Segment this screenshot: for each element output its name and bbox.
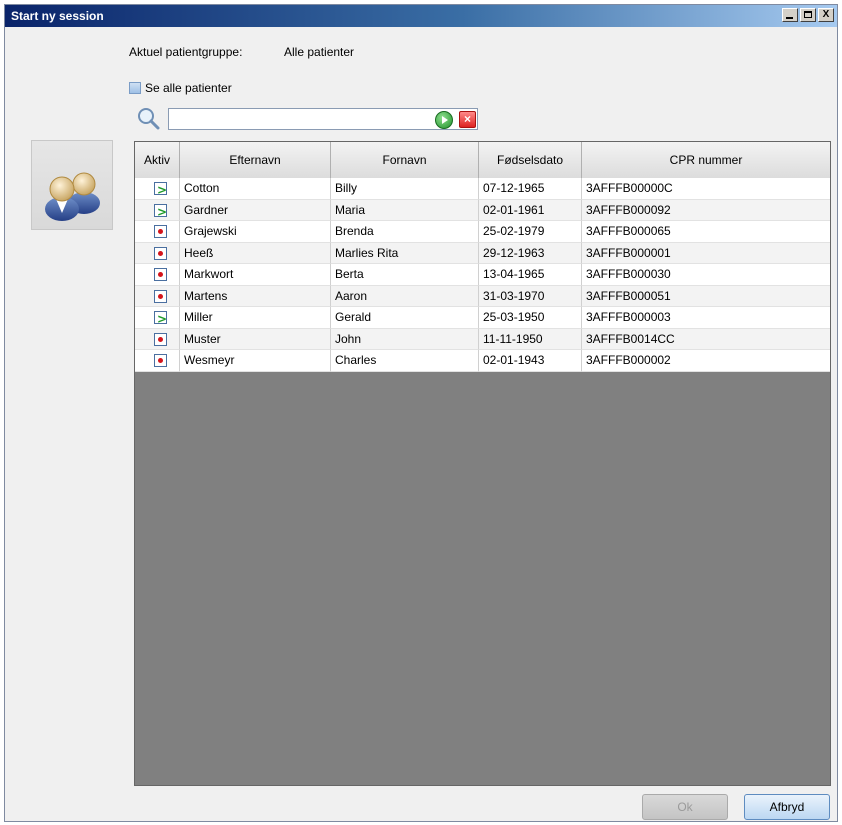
fornavn-cell: Marlies Rita: [331, 242, 479, 264]
fodselsdato-cell: 25-02-1979: [479, 221, 582, 243]
patients-avatar: [31, 140, 113, 230]
clear-search-icon[interactable]: ×: [459, 111, 476, 128]
efternavn-cell: Heeß: [180, 242, 331, 264]
status-cell: [135, 307, 180, 329]
column-header-efternavn[interactable]: Efternavn: [180, 142, 331, 178]
cpr-cell: 3AFFFB000051: [582, 286, 830, 307]
fodselsdato-cell: 25-03-1950: [479, 307, 582, 329]
window-controls: X: [782, 8, 834, 22]
active-status-icon: [154, 309, 167, 328]
fornavn-cell: Gerald: [331, 307, 479, 329]
inactive-status-icon: [154, 354, 167, 367]
status-cell: [135, 285, 180, 307]
cpr-cell: 3AFFFB000002: [582, 350, 830, 372]
search-go-icon[interactable]: [435, 111, 453, 129]
start-session-dialog: Start ny session X Aktuel patientgruppe:…: [4, 4, 838, 822]
status-cell: [135, 199, 180, 221]
show-all-label[interactable]: Se alle patienter: [145, 81, 232, 95]
cpr-cell: 3AFFFB000030: [582, 264, 830, 286]
fornavn-cell: John: [331, 328, 479, 350]
inactive-status-icon: [154, 268, 167, 281]
fodselsdato-cell: 02-01-1961: [479, 199, 582, 221]
efternavn-cell: Wesmeyr: [180, 350, 331, 372]
table-row[interactable]: Gardner Maria 02-01-1961 3AFFFB000092: [135, 199, 830, 221]
cpr-cell: 3AFFFB000065: [582, 221, 830, 243]
users-icon: [45, 172, 100, 221]
fodselsdato-cell: 13-04-1965: [479, 264, 582, 286]
column-header-fodselsdato[interactable]: Fødselsdato: [479, 142, 582, 178]
efternavn-cell: Muster: [180, 328, 331, 350]
patient-table: Aktiv Efternavn Fornavn Fødselsdato CPR …: [134, 141, 831, 786]
search-input[interactable]: [168, 108, 478, 130]
table-row[interactable]: Martens Aaron 31-03-1970 3AFFFB000051: [135, 285, 830, 307]
table-row[interactable]: Heeß Marlies Rita 29-12-1963 3AFFFB00000…: [135, 242, 830, 264]
column-header-cpr[interactable]: CPR nummer: [582, 142, 830, 178]
active-status-icon: [154, 202, 167, 220]
fodselsdato-cell: 11-11-1950: [479, 328, 582, 350]
table-row[interactable]: Muster John 11-11-1950 3AFFFB0014CC: [135, 328, 830, 350]
efternavn-cell: Martens: [180, 285, 331, 307]
status-cell: [135, 264, 180, 286]
fornavn-cell: Charles: [331, 350, 479, 372]
status-cell: [135, 242, 180, 264]
fornavn-cell: Aaron: [331, 285, 479, 307]
cpr-cell: 3AFFFB00000C: [582, 178, 830, 200]
cancel-button[interactable]: Afbryd: [744, 794, 830, 820]
inactive-status-icon: [154, 332, 167, 346]
status-cell: [135, 221, 180, 243]
close-button[interactable]: X: [818, 8, 834, 22]
window-title: Start ny session: [11, 9, 104, 23]
table-row[interactable]: Wesmeyr Charles 02-01-1943 3AFFFB000002: [135, 350, 830, 372]
fornavn-cell: Billy: [331, 178, 479, 200]
table-row[interactable]: Markwort Berta 13-04-1965 3AFFFB000030: [135, 264, 830, 286]
fodselsdato-cell: 02-01-1943: [479, 350, 582, 372]
show-all-checkbox[interactable]: [129, 82, 141, 94]
table-rows: Cotton Billy 07-12-1965 3AFFFB00000C Gar…: [135, 178, 830, 372]
minimize-button[interactable]: [782, 8, 798, 22]
efternavn-cell: Markwort: [180, 264, 331, 286]
patient-group-label: Aktuel patientgruppe:: [129, 45, 243, 59]
column-header-fornavn[interactable]: Fornavn: [331, 142, 479, 178]
active-status-icon: [154, 180, 167, 199]
inactive-status-icon: [154, 289, 167, 303]
efternavn-cell: Grajewski: [180, 221, 331, 243]
table-row[interactable]: Miller Gerald 25-03-1950 3AFFFB000003: [135, 307, 830, 329]
cpr-cell: 3AFFFB000092: [582, 200, 830, 221]
status-cell: [135, 350, 180, 372]
column-header-aktiv[interactable]: Aktiv: [135, 142, 180, 178]
ok-button[interactable]: Ok: [642, 794, 728, 820]
efternavn-cell: Miller: [180, 307, 331, 329]
table-row[interactable]: Grajewski Brenda 25-02-1979 3AFFFB000065: [135, 221, 830, 243]
status-cell: [135, 178, 180, 200]
search-icon[interactable]: [134, 106, 166, 130]
title-bar[interactable]: Start ny session X: [5, 5, 837, 27]
efternavn-cell: Gardner: [180, 199, 331, 221]
efternavn-cell: Cotton: [180, 178, 331, 200]
inactive-status-icon: [154, 246, 167, 260]
table-header: Aktiv Efternavn Fornavn Fødselsdato CPR …: [135, 142, 830, 179]
cpr-cell: 3AFFFB000001: [582, 243, 830, 264]
cpr-cell: 3AFFFB000003: [582, 307, 830, 329]
fodselsdato-cell: 29-12-1963: [479, 242, 582, 264]
maximize-button[interactable]: [800, 8, 816, 22]
status-cell: [135, 328, 180, 350]
fodselsdato-cell: 07-12-1965: [479, 178, 582, 200]
fornavn-cell: Berta: [331, 264, 479, 286]
inactive-status-icon: [154, 225, 167, 238]
fornavn-cell: Brenda: [331, 221, 479, 243]
table-row[interactable]: Cotton Billy 07-12-1965 3AFFFB00000C: [135, 178, 830, 200]
patient-group-value: Alle patienter: [284, 45, 355, 59]
fodselsdato-cell: 31-03-1970: [479, 285, 582, 307]
fornavn-cell: Maria: [331, 199, 479, 221]
cpr-cell: 3AFFFB0014CC: [582, 329, 830, 350]
